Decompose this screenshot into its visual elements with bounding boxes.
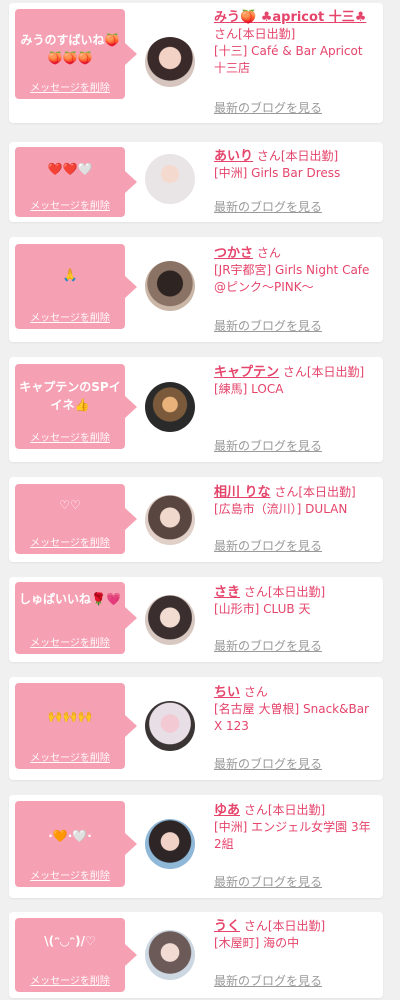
shop-name: [中洲] Girls Bar Dress	[214, 166, 341, 180]
avatar[interactable]	[145, 261, 195, 311]
latest-blog-link[interactable]: 最新のブログを見る	[214, 637, 322, 654]
message-text: 🙌🙌🙌	[47, 709, 93, 723]
message-bubble: \(ᵔ◡ᵔ)/♡ メッセージを削除	[15, 918, 137, 992]
message-text: しゅぱいいね🌹💗	[19, 592, 121, 606]
avatar[interactable]	[145, 701, 195, 751]
user-suffix: さん[本日出勤]	[243, 919, 326, 933]
list-item: ·🧡·🤍· メッセージを削除 ゆあ さん[本日出勤] [中洲] エンジェル女学園…	[9, 795, 383, 898]
avatar[interactable]	[145, 595, 195, 645]
list-item: みうのすばいね🍑🍑🍑🍑 メッセージを削除 みう🍑 ♣apricot 十三♣ さん…	[9, 3, 383, 123]
list-item: ❤️❤️🤍 メッセージを削除 あいり さん[本日出勤] [中洲] Girls B…	[9, 142, 383, 222]
delete-message-link[interactable]: メッセージを削除	[15, 197, 125, 212]
avatar[interactable]	[145, 154, 195, 204]
message-text: ·🧡·🤍·	[48, 829, 92, 843]
user-name-link[interactable]: 相川 りな	[214, 485, 271, 500]
user-info: うく さん[本日出勤] [木屋町] 海の中	[214, 918, 375, 952]
user-name-link[interactable]: うく	[214, 919, 240, 934]
user-name-link[interactable]: さき	[214, 585, 240, 600]
delete-message-link[interactable]: メッセージを削除	[15, 79, 125, 94]
message-bubble: ❤️❤️🤍 メッセージを削除	[15, 147, 137, 217]
list-item: 🙏 メッセージを削除 つかさ さん [JR宇都宮] Girls Night Ca…	[9, 237, 383, 342]
delete-message-link[interactable]: メッセージを削除	[15, 972, 125, 987]
user-suffix: さん[本日出勤]	[282, 365, 365, 379]
message-text: ❤️❤️🤍	[47, 162, 93, 176]
message-text: \(ᵔ◡ᵔ)/♡	[44, 934, 96, 948]
shop-name: [JR宇都宮] Girls Night Cafe @ピンク〜PINK〜	[214, 263, 370, 294]
avatar[interactable]	[145, 819, 195, 869]
avatar[interactable]	[145, 382, 195, 432]
shop-name: [中洲] エンジェル女学園 3年2組	[214, 820, 371, 851]
latest-blog-link[interactable]: 最新のブログを見る	[214, 537, 322, 554]
delete-message-link[interactable]: メッセージを削除	[15, 749, 125, 764]
user-info: 相川 りな さん[本日出勤] [広島市（流川）] DULAN	[214, 484, 375, 518]
shop-name: [木屋町] 海の中	[214, 936, 300, 950]
user-info: キャプテン さん[本日出勤] [練馬] LOCA	[214, 364, 375, 398]
user-suffix: さん[本日出勤]	[274, 485, 356, 499]
user-info: ちい さん [名古屋 大曽根] Snack&Bar X 123	[214, 684, 375, 735]
user-name-link[interactable]: つかさ	[214, 246, 253, 261]
message-text: キャプテンのSPイイネ👍	[19, 380, 121, 412]
user-suffix: さん[本日出勤]	[243, 585, 326, 599]
list-item: キャプテンのSPイイネ👍 メッセージを削除 キャプテン さん[本日出勤] [練馬…	[9, 357, 383, 462]
shop-name: [名古屋 大曽根] Snack&Bar X 123	[214, 702, 369, 733]
latest-blog-link[interactable]: 最新のブログを見る	[214, 437, 322, 454]
shop-name: [広島市（流川）] DULAN	[214, 502, 348, 516]
shop-name: [山形市] CLUB 天	[214, 602, 311, 616]
latest-blog-link[interactable]: 最新のブログを見る	[214, 198, 322, 215]
user-info: みう🍑 ♣apricot 十三♣ さん[本日出勤] [十三] Café & Ba…	[214, 9, 375, 77]
delete-message-link[interactable]: メッセージを削除	[15, 429, 125, 444]
avatar[interactable]	[145, 37, 195, 87]
shop-name: [練馬] LOCA	[214, 382, 284, 396]
message-bubble: しゅぱいいね🌹💗 メッセージを削除	[15, 582, 137, 654]
user-name-link[interactable]: あいり	[214, 149, 253, 164]
delete-message-link[interactable]: メッセージを削除	[15, 534, 125, 549]
list-item: 🙌🙌🙌 メッセージを削除 ちい さん [名古屋 大曽根] Snack&Bar X…	[9, 677, 383, 780]
message-bubble: キャプテンのSPイイネ👍 メッセージを削除	[15, 364, 137, 449]
message-bubble: ♡♡ メッセージを削除	[15, 484, 137, 554]
latest-blog-link[interactable]: 最新のブログを見る	[214, 99, 322, 116]
user-name-link[interactable]: みう🍑 ♣apricot 十三♣	[214, 10, 366, 25]
latest-blog-link[interactable]: 最新のブログを見る	[214, 972, 322, 989]
delete-message-link[interactable]: メッセージを削除	[15, 309, 125, 324]
list-item: \(ᵔ◡ᵔ)/♡ メッセージを削除 うく さん[本日出勤] [木屋町] 海の中 …	[9, 912, 383, 998]
message-text: ♡♡	[59, 498, 81, 512]
list-item: しゅぱいいね🌹💗 メッセージを削除 さき さん[本日出勤] [山形市] CLUB…	[9, 577, 383, 662]
list-item: ♡♡ メッセージを削除 相川 りな さん[本日出勤] [広島市（流川）] DUL…	[9, 477, 383, 562]
user-info: さき さん[本日出勤] [山形市] CLUB 天	[214, 584, 375, 618]
message-bubble: みうのすばいね🍑🍑🍑🍑 メッセージを削除	[15, 9, 137, 99]
user-info: ゆあ さん[本日出勤] [中洲] エンジェル女学園 3年2組	[214, 802, 375, 853]
user-suffix: さん[本日出勤]	[243, 803, 326, 817]
user-suffix: さん	[256, 246, 281, 260]
avatar[interactable]	[145, 495, 195, 545]
user-name-link[interactable]: キャプテン	[214, 365, 279, 380]
message-bubble: 🙏 メッセージを削除	[15, 244, 137, 329]
message-bubble: ·🧡·🤍· メッセージを削除	[15, 801, 137, 887]
user-name-link[interactable]: ちい	[214, 685, 240, 700]
user-name-link[interactable]: ゆあ	[214, 803, 240, 818]
user-info: つかさ さん [JR宇都宮] Girls Night Cafe @ピンク〜PIN…	[214, 245, 375, 296]
shop-name: [十三] Café & Bar Apricot 十三店	[214, 44, 363, 75]
latest-blog-link[interactable]: 最新のブログを見る	[214, 317, 322, 334]
message-bubble: 🙌🙌🙌 メッセージを削除	[15, 683, 137, 769]
message-text: 🙏	[62, 268, 78, 282]
delete-message-link[interactable]: メッセージを削除	[15, 634, 125, 649]
delete-message-link[interactable]: メッセージを削除	[15, 867, 125, 882]
user-info: あいり さん[本日出勤] [中洲] Girls Bar Dress	[214, 148, 375, 182]
user-suffix: さん	[243, 685, 268, 699]
avatar[interactable]	[145, 930, 195, 980]
latest-blog-link[interactable]: 最新のブログを見る	[214, 873, 322, 890]
user-suffix: さん[本日出勤]	[214, 27, 296, 41]
message-text: みうのすばいね🍑🍑🍑🍑	[20, 33, 120, 65]
latest-blog-link[interactable]: 最新のブログを見る	[214, 755, 322, 772]
user-suffix: さん[本日出勤]	[256, 149, 339, 163]
